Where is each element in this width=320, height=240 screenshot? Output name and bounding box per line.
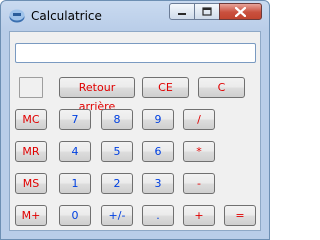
multiply-button[interactable]: * (183, 141, 215, 162)
digit-7-button[interactable]: 7 (59, 109, 91, 130)
equals-button[interactable]: = (224, 205, 256, 226)
digit-8-button[interactable]: 8 (101, 109, 133, 130)
memory-store-button[interactable]: MS (15, 173, 47, 194)
digit-0-button[interactable]: 0 (59, 205, 91, 226)
memory-recall-button[interactable]: MR (15, 141, 47, 162)
maximize-icon (202, 7, 212, 16)
memory-clear-button[interactable]: MC (15, 109, 47, 130)
minus-button[interactable]: - (183, 173, 215, 194)
title-bar[interactable]: Calculatrice (1, 1, 269, 31)
minimize-button[interactable] (169, 3, 195, 20)
display-field[interactable] (15, 43, 256, 63)
decimal-point-button[interactable]: . (142, 205, 174, 226)
plus-button[interactable]: + (183, 205, 215, 226)
calculator-app-icon (9, 9, 25, 23)
clear-entry-button[interactable]: CE (142, 77, 189, 98)
minimize-icon (178, 12, 186, 15)
digit-2-button[interactable]: 2 (101, 173, 133, 194)
window-title: Calculatrice (31, 9, 102, 23)
maximize-button[interactable] (194, 3, 220, 20)
memory-add-button[interactable]: M+ (15, 205, 47, 226)
clear-button[interactable]: C (198, 77, 245, 98)
divide-button[interactable]: / (183, 109, 215, 130)
digit-9-button[interactable]: 9 (142, 109, 174, 130)
digit-3-button[interactable]: 3 (142, 173, 174, 194)
digit-5-button[interactable]: 5 (101, 141, 133, 162)
digit-4-button[interactable]: 4 (59, 141, 91, 162)
memory-indicator (19, 77, 43, 98)
calculator-body: Retour arrière CE C MC 7 8 9 / MR 4 5 6 … (9, 31, 261, 231)
backspace-button[interactable]: Retour arrière (59, 77, 135, 113)
sign-toggle-button[interactable]: +/- (101, 205, 133, 226)
digit-1-button[interactable]: 1 (59, 173, 91, 194)
digit-6-button[interactable]: 6 (142, 141, 174, 162)
close-button[interactable] (219, 3, 262, 20)
close-icon (235, 6, 246, 17)
calculator-window: Calculatrice Retour arrière CE C MC 7 8 … (0, 0, 270, 240)
